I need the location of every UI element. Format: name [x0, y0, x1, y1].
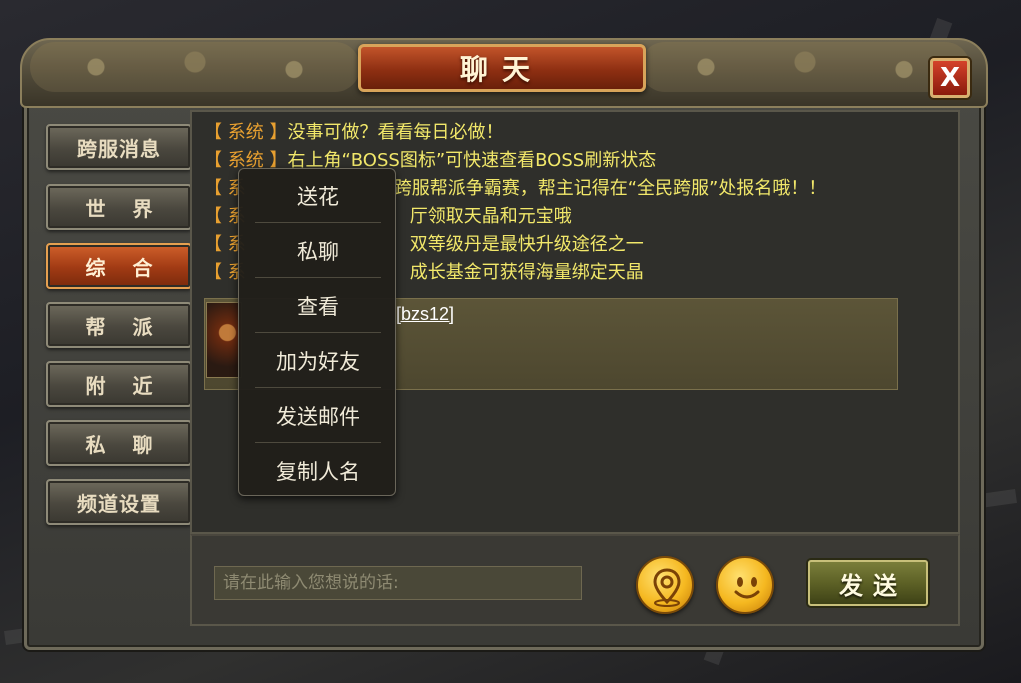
menu-item-view[interactable]: 查看	[255, 279, 381, 333]
tab-cross-server[interactable]: 跨服消息	[46, 124, 192, 170]
menu-item-send-flower[interactable]: 送花	[255, 169, 381, 223]
message-text: 成长基金可获得海量绑定天晶	[409, 262, 644, 283]
right-ornament	[640, 42, 970, 92]
tab-label: 跨服消息	[77, 136, 161, 161]
tab-nearby[interactable]: 附 近	[46, 361, 192, 407]
chat-input[interactable]	[214, 566, 582, 600]
tab-label: 附 近	[85, 373, 163, 398]
emoji-button[interactable]	[716, 556, 774, 614]
close-button[interactable]: X	[930, 58, 970, 98]
location-pin-icon	[653, 568, 681, 607]
location-button[interactable]	[636, 556, 694, 614]
tab-world[interactable]: 世 界	[46, 184, 192, 230]
window-title: 聊天	[459, 53, 544, 86]
tab-label: 帮 派	[85, 314, 163, 339]
player-context-menu: 送花 私聊 查看 加为好友 发送邮件 复制人名	[238, 168, 396, 496]
send-button[interactable]: 发送	[808, 560, 928, 606]
send-label: 发送	[839, 571, 907, 600]
tab-label: 私 聊	[85, 432, 163, 457]
menu-item-copy-name[interactable]: 复制人名	[255, 444, 381, 498]
message-text: 跨服帮派争霸赛，帮主记得在“全民跨服”处报名哦！！	[393, 178, 827, 199]
tab-label: 综 合	[85, 255, 163, 280]
tab-channel-settings[interactable]: 频道设置	[46, 479, 192, 525]
menu-item-label: 复制人名	[276, 460, 360, 484]
menu-item-label: 私聊	[297, 239, 339, 264]
message-text: 厅领取天晶和元宝哦	[409, 206, 572, 227]
menu-item-send-mail[interactable]: 发送邮件	[255, 389, 381, 443]
tab-guild[interactable]: 帮 派	[46, 302, 192, 348]
tab-private[interactable]: 私 聊	[46, 420, 192, 466]
player-name-link[interactable]: [bzs12]	[396, 304, 454, 325]
tab-general[interactable]: 综 合	[46, 243, 192, 289]
menu-item-label: 查看	[297, 294, 339, 319]
left-ornament	[30, 42, 360, 92]
player-avatar[interactable]	[206, 302, 242, 378]
tab-label: 世 界	[85, 196, 163, 221]
chat-message: 【 系统 】没事可做？看看每日必做！	[204, 121, 503, 145]
menu-item-add-friend[interactable]: 加为好友	[255, 334, 381, 388]
close-icon: X	[939, 63, 961, 93]
message-text: 双等级丹是最快升级途径之一	[409, 234, 644, 255]
system-tag: 【 系统 】	[204, 122, 288, 143]
menu-item-label: 加为好友	[276, 349, 360, 374]
smiley-icon	[734, 577, 760, 599]
message-text: 没事可做？看看每日必做！	[287, 122, 504, 143]
menu-item-private-chat[interactable]: 私聊	[255, 224, 381, 278]
menu-item-label: 送花	[297, 184, 339, 209]
tab-label: 频道设置	[77, 491, 161, 516]
menu-item-label: 发送邮件	[276, 404, 360, 429]
title-plate: 聊天	[358, 44, 646, 92]
